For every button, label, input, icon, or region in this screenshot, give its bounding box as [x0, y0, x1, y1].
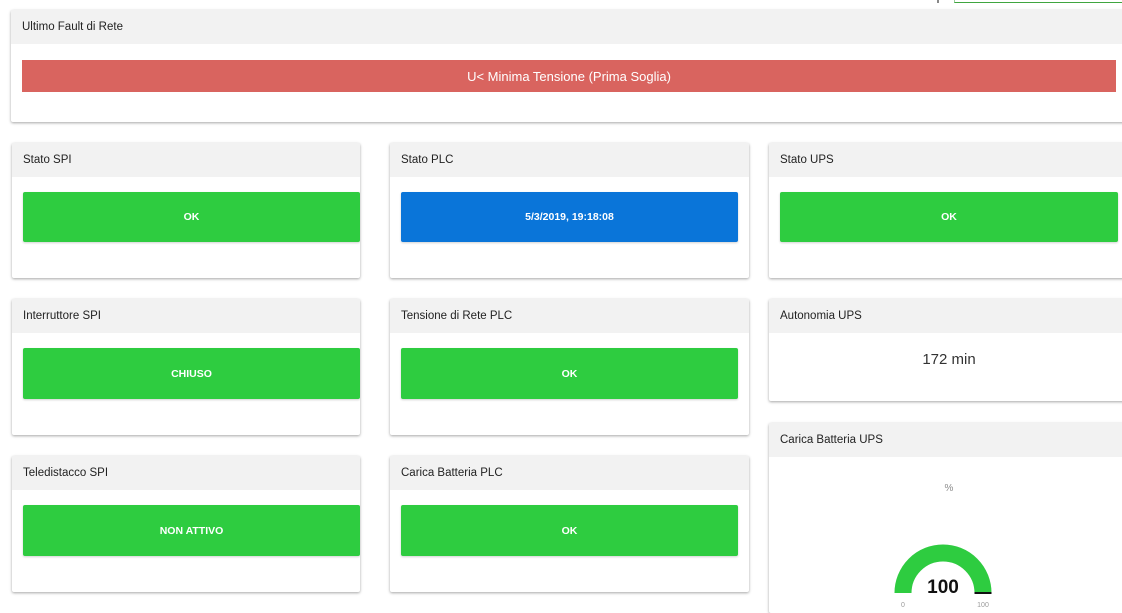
- carica-batteria-plc-button[interactable]: OK: [401, 505, 738, 556]
- teledistacco-spi-title: Teledistacco SPI: [12, 456, 360, 490]
- gauge-unit-label: %: [944, 483, 954, 494]
- autonomia-ups-title: Autonomia UPS: [769, 299, 1122, 333]
- carica-batteria-ups-card: Carica Batteria UPS % 100 0 100: [769, 423, 1122, 613]
- interruttore-spi-title: Interruttore SPI: [12, 299, 360, 333]
- gauge-min-label: 0: [901, 602, 905, 609]
- toolbar-fragment-button[interactable]: [954, 0, 1122, 3]
- carica-batteria-ups-title: Carica Batteria UPS: [769, 423, 1122, 457]
- stato-ups-button[interactable]: OK: [780, 192, 1118, 242]
- stato-spi-button[interactable]: OK: [23, 192, 360, 242]
- carica-batteria-plc-card: Carica Batteria PLC OK: [390, 456, 749, 592]
- fault-message-banner: U< Minima Tensione (Prima Soglia): [22, 60, 1116, 92]
- tensione-rete-plc-title: Tensione di Rete PLC: [390, 299, 749, 333]
- autonomia-ups-value: 172 min: [922, 351, 976, 368]
- stato-spi-title: Stato SPI: [12, 143, 360, 177]
- interruttore-spi-card: Interruttore SPI CHIUSO: [12, 299, 360, 435]
- fault-card-title: Ultimo Fault di Rete: [11, 10, 1122, 44]
- tensione-rete-plc-button[interactable]: OK: [401, 348, 738, 399]
- gauge-value: 100: [927, 577, 959, 598]
- teledistacco-spi-button[interactable]: NON ATTIVO: [23, 505, 360, 556]
- autonomia-ups-card: Autonomia UPS 172 min: [769, 299, 1122, 401]
- gauge-max-label: 100: [977, 602, 989, 609]
- stato-spi-card: Stato SPI OK: [12, 143, 360, 278]
- teledistacco-spi-card: Teledistacco SPI NON ATTIVO: [12, 456, 360, 592]
- toolbar-fragment-tick: [937, 0, 939, 3]
- tensione-rete-plc-card: Tensione di Rete PLC OK: [390, 299, 749, 435]
- stato-ups-card: Stato UPS OK: [769, 143, 1122, 278]
- interruttore-spi-button[interactable]: CHIUSO: [23, 348, 360, 399]
- fault-card: Ultimo Fault di Rete U< Minima Tensione …: [11, 10, 1122, 122]
- stato-plc-title: Stato PLC: [390, 143, 749, 177]
- stato-ups-title: Stato UPS: [769, 143, 1122, 177]
- battery-gauge: 100 0 100: [894, 544, 992, 609]
- stato-plc-button[interactable]: 5/3/2019, 19:18:08: [401, 192, 738, 242]
- stato-plc-card: Stato PLC 5/3/2019, 19:18:08: [390, 143, 749, 278]
- carica-batteria-plc-title: Carica Batteria PLC: [390, 456, 749, 490]
